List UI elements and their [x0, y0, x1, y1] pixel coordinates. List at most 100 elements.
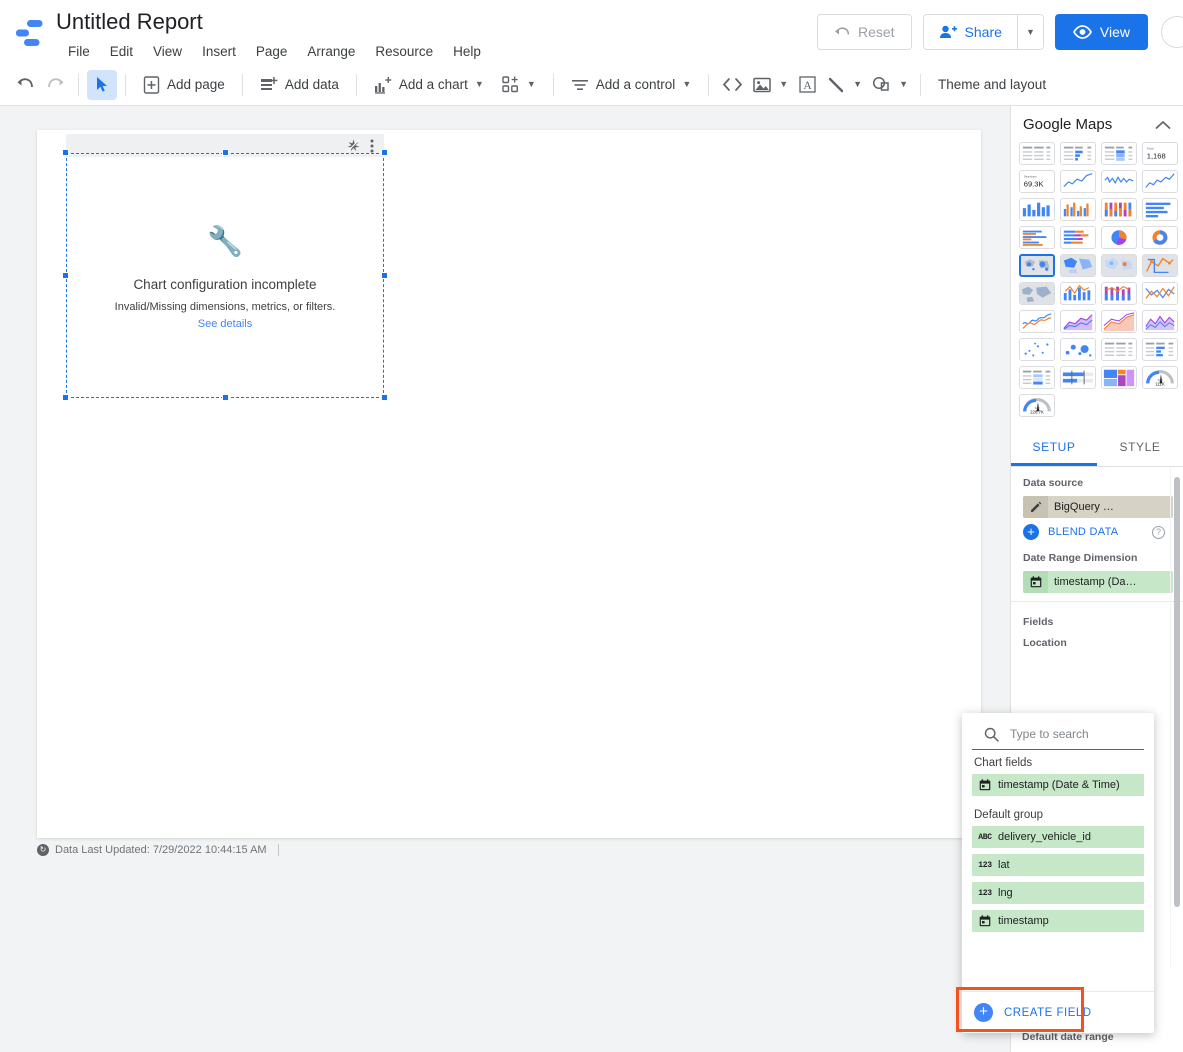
chart-element[interactable]: 🔧 Chart configuration incomplete Invalid…: [66, 134, 384, 400]
field-item-delivery-vehicle-id[interactable]: ABC delivery_vehicle_id: [972, 826, 1144, 848]
embed-url-button[interactable]: [717, 70, 747, 100]
tab-setup[interactable]: SETUP: [1011, 429, 1097, 466]
menu-page[interactable]: Page: [246, 40, 298, 64]
chart-type-table-with-heatmap[interactable]: [1101, 142, 1137, 165]
chart-type-area-chart-multi[interactable]: [1142, 310, 1178, 333]
menu-arrange[interactable]: Arrange: [297, 40, 365, 64]
chart-type-sparkline[interactable]: [1142, 170, 1178, 193]
undo-button[interactable]: [10, 70, 40, 100]
chart-type-google-maps-heatmap[interactable]: [1101, 254, 1137, 277]
menu-insert[interactable]: Insert: [192, 40, 246, 64]
line-button[interactable]: ▼: [822, 70, 866, 100]
chart-type-treemap[interactable]: [1101, 366, 1137, 389]
field-search-input[interactable]: [1008, 726, 1128, 742]
chart-type-combo-chart-stacked[interactable]: [1101, 282, 1137, 305]
chart-type-scatter-chart[interactable]: [1019, 338, 1055, 361]
resize-handle-n[interactable]: [222, 149, 229, 156]
chart-type-combo-chart[interactable]: [1060, 282, 1096, 305]
share-dropdown-toggle[interactable]: ▼: [1016, 15, 1043, 49]
text-box-button[interactable]: A: [792, 70, 822, 100]
chart-type-scorecard[interactable]: Total 1,168: [1142, 142, 1178, 165]
panel-scrollbar-track[interactable]: [1170, 467, 1183, 967]
chart-type-geo-chart[interactable]: [1060, 254, 1096, 277]
menu-edit[interactable]: Edit: [100, 40, 143, 64]
chart-type-picker[interactable]: Total 1,168 Sessions 69.3K Total 111K Total 22…: [1011, 139, 1183, 425]
community-visualizations-button[interactable]: ▼: [493, 70, 545, 100]
share-button[interactable]: Share: [924, 15, 1017, 49]
theme-and-layout-button[interactable]: Theme and layout: [929, 70, 1055, 100]
redo-button[interactable]: [40, 70, 70, 100]
blend-data-button[interactable]: + BLEND DATA ?: [1023, 524, 1173, 540]
resize-handle-e[interactable]: [381, 272, 388, 279]
chart-type-table-with-bars[interactable]: [1060, 142, 1096, 165]
chart-type-pivot-table[interactable]: [1101, 338, 1137, 361]
chart-type-scorecard-compact[interactable]: Sessions 69.3K: [1019, 170, 1055, 193]
menu-file[interactable]: File: [58, 40, 100, 64]
report-canvas[interactable]: 🔧 Chart configuration incomplete Invalid…: [0, 106, 1010, 1052]
image-button[interactable]: ▼: [747, 70, 792, 100]
view-button[interactable]: View: [1054, 14, 1148, 50]
resize-handle-se[interactable]: [381, 394, 388, 401]
chart-type-geo-chart-world[interactable]: [1019, 282, 1055, 305]
field-list[interactable]: Chart fields timestamp (Date & Time) Defau…: [962, 750, 1154, 991]
menu-help[interactable]: Help: [443, 40, 491, 64]
chart-type-gauge[interactable]: Total 111K: [1142, 366, 1178, 389]
chart-type-column-chart-stacked[interactable]: [1101, 198, 1137, 221]
resize-handle-nw[interactable]: [62, 149, 69, 156]
chart-type-area-chart[interactable]: [1060, 310, 1096, 333]
chart-type-google-maps-lines[interactable]: [1142, 254, 1178, 277]
chart-type-time-series[interactable]: [1060, 170, 1096, 193]
date-range-dimension-chip[interactable]: timestamp (Da…: [1023, 571, 1173, 593]
chart-type-pivot-table-bars[interactable]: [1142, 338, 1178, 361]
more-vert-icon[interactable]: [370, 139, 374, 153]
menu-view[interactable]: View: [143, 40, 192, 64]
add-page-button[interactable]: Add page: [134, 70, 234, 100]
add-control-button[interactable]: Add a control ▼: [562, 70, 700, 100]
chart-type-time-series-smooth[interactable]: [1101, 170, 1137, 193]
sparkle-wand-icon[interactable]: [347, 139, 360, 152]
chart-type-bullet-chart[interactable]: [1060, 366, 1096, 389]
resize-handle-ne[interactable]: [381, 149, 388, 156]
field-picker-popup[interactable]: Chart fields timestamp (Date & Time) Defau…: [962, 713, 1154, 1033]
chart-type-donut-chart[interactable]: [1142, 226, 1178, 249]
field-item-timestamp-date-time-[interactable]: timestamp (Date & Time): [972, 774, 1144, 796]
chart-type-column-chart[interactable]: [1019, 198, 1055, 221]
chart-type-line-chart-multi[interactable]: [1142, 282, 1178, 305]
field-item-timestamp[interactable]: timestamp: [972, 910, 1144, 932]
report-title[interactable]: Untitled Report: [56, 8, 491, 36]
chart-type-google-maps-bubble[interactable]: [1019, 254, 1055, 277]
chart-type-pivot-table-heatmap[interactable]: [1019, 366, 1055, 389]
chart-type-bar-chart-grouped[interactable]: [1019, 226, 1055, 249]
chart-type-column-chart-grouped[interactable]: [1060, 198, 1096, 221]
add-data-button[interactable]: Add data: [251, 70, 348, 100]
data-source-chip[interactable]: BigQuery …: [1023, 496, 1173, 518]
resize-handle-sw[interactable]: [62, 394, 69, 401]
report-page[interactable]: 🔧 Chart configuration incomplete Invalid…: [37, 130, 981, 838]
create-field-button[interactable]: + CREATE FIELD: [962, 991, 1154, 1033]
chart-type-stacked-area-chart[interactable]: [1101, 310, 1137, 333]
chart-type-bubble-chart[interactable]: [1060, 338, 1096, 361]
see-details-link[interactable]: See details: [198, 318, 252, 330]
chart-type-pie-chart[interactable]: [1101, 226, 1137, 249]
add-chart-button[interactable]: Add a chart ▼: [365, 70, 493, 100]
shape-button[interactable]: ▼: [866, 70, 912, 100]
resize-handle-s[interactable]: [222, 394, 229, 401]
chevron-up-icon[interactable]: [1155, 120, 1171, 130]
main-toolbar: Add page Add data Add a chart ▼ ▼ Add a …: [0, 64, 1183, 106]
select-tool-button[interactable]: [87, 69, 117, 100]
tab-style[interactable]: STYLE: [1097, 429, 1183, 466]
chart-type-bar-chart-stacked[interactable]: [1060, 226, 1096, 249]
reset-button[interactable]: Reset: [816, 14, 912, 50]
panel-scrollbar-thumb[interactable]: [1174, 477, 1180, 907]
chart-type-gauge-alt[interactable]: Total 228.7K: [1019, 394, 1055, 417]
datastudio-logo[interactable]: [14, 18, 48, 50]
chart-type-bar-chart[interactable]: [1142, 198, 1178, 221]
resize-handle-w[interactable]: [62, 272, 69, 279]
field-item-lat[interactable]: 123 lat: [972, 854, 1144, 876]
menu-resource[interactable]: Resource: [365, 40, 443, 64]
field-item-lng[interactable]: 123 lng: [972, 882, 1144, 904]
chart-type-smoothed-line-chart[interactable]: [1019, 310, 1055, 333]
chart-type-table[interactable]: [1019, 142, 1055, 165]
user-avatar[interactable]: [1161, 16, 1183, 48]
help-circle-icon[interactable]: ?: [1152, 525, 1165, 539]
